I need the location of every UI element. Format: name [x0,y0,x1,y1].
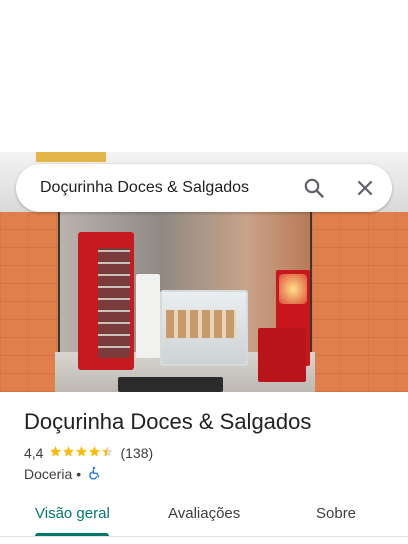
tab-bar: Visão geral Avaliações Sobre [0,496,408,544]
search-input[interactable]: Doçurinha Doces & Salgados [40,179,249,197]
half-star-icon [101,445,114,461]
photo-fridge-shelves [98,248,130,358]
star-icon [88,445,101,461]
review-count[interactable]: (138) [120,445,153,461]
rating-stars [49,445,114,461]
place-category: Doceria [24,466,73,482]
star-icon [49,445,62,461]
close-icon[interactable] [353,176,377,200]
top-blank-area [0,0,408,152]
rating-value: 4,4 [24,445,44,461]
photo-second-machine [258,328,306,382]
tab-about[interactable]: Sobre [316,505,356,522]
category-row: Doceria • [24,465,101,483]
photo-right-wall [312,212,408,392]
star-icon [75,445,88,461]
photo-display-shelf [166,310,236,338]
photo-banner [36,152,106,162]
search-icon[interactable] [302,176,326,200]
search-bar[interactable]: Doçurinha Doces & Salgados [16,164,392,212]
photo-white-fridge [136,274,160,358]
star-icon [62,445,75,461]
photo-rug [118,377,223,392]
place-title: Doçurinha Doces & Salgados [24,409,312,434]
tabs-divider [0,536,408,537]
wheelchair-icon [87,466,101,483]
separator-dot: • [76,466,82,482]
tab-reviews[interactable]: Avaliações [168,505,240,522]
rating-row[interactable]: 4,4 (138) [24,444,153,462]
photo-candy-globe [279,274,307,304]
photo-left-wall [0,212,58,392]
tab-overview[interactable]: Visão geral [35,505,110,522]
